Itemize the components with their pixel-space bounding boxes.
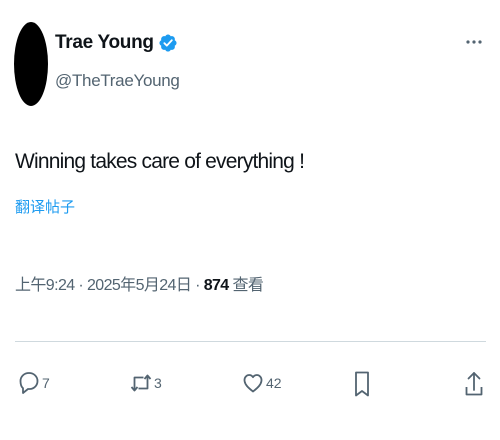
tweet-date[interactable]: 2025年5月24日 [87, 277, 192, 294]
tweet-card: Trae Young @TheTraeYoung Winning takes c… [0, 0, 500, 440]
meta-separator: · [191, 277, 204, 294]
retweet-icon [130, 374, 152, 392]
display-name[interactable]: Trae Young [55, 30, 154, 56]
divider [15, 341, 486, 342]
reply-icon [19, 372, 39, 394]
retweet-button[interactable]: 3 [130, 370, 162, 396]
translate-post-link[interactable]: 翻译帖子 [15, 198, 75, 218]
user-handle[interactable]: @TheTraeYoung [55, 70, 180, 92]
views-label: 查看 [228, 277, 264, 294]
share-icon [465, 372, 483, 396]
retweet-count: 3 [154, 375, 162, 391]
author-block: Trae Young @TheTraeYoung [55, 30, 180, 92]
reply-button[interactable]: 7 [18, 370, 50, 396]
tweet-meta: 上午9:24 · 2025年5月24日 · 874 查看 [15, 275, 264, 297]
more-options-button[interactable] [462, 36, 486, 48]
tweet-text: Winning takes care of everything ! [15, 150, 305, 173]
author-name-row: Trae Young [55, 30, 180, 56]
bookmark-button[interactable] [353, 370, 371, 398]
reply-count: 7 [42, 375, 50, 391]
avatar[interactable] [14, 22, 48, 106]
like-count: 42 [266, 375, 282, 391]
views-count: 874 [203, 277, 230, 294]
action-bar: 7 3 42 [0, 370, 500, 404]
meta-separator: · [74, 277, 87, 294]
like-button[interactable]: 42 [242, 370, 282, 396]
more-dots-icon [466, 40, 482, 44]
share-button[interactable] [464, 370, 484, 398]
bookmark-icon [355, 371, 369, 397]
verified-badge-icon[interactable] [158, 33, 178, 53]
tweet-time[interactable]: 上午9:24 [15, 277, 75, 294]
heart-icon [243, 374, 263, 393]
